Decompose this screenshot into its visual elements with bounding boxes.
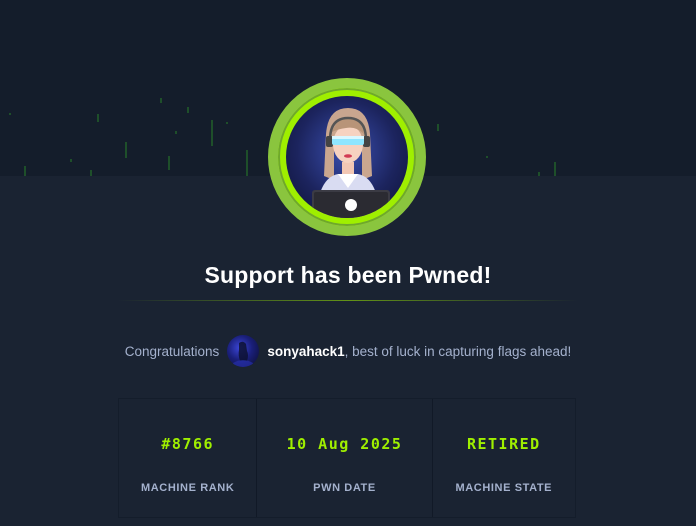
machine-avatar xyxy=(268,78,426,236)
username-link[interactable]: sonyahack1 xyxy=(267,344,344,359)
support-machine-avatar-icon xyxy=(286,96,408,218)
stat-value: 10 Aug 2025 xyxy=(286,435,403,453)
user-avatar-icon[interactable] xyxy=(227,335,260,367)
page-title: Support has been Pwned! xyxy=(204,262,492,288)
congrats-prefix: Congratulations xyxy=(124,343,220,359)
congrats-suffix: , best of luck in capturing flags ahead! xyxy=(344,343,572,359)
congratulations-message: Congratulations sonyahack1 , best of luc… xyxy=(0,334,696,368)
stat-pwn-date: 10 Aug 2025 PWN DATE xyxy=(257,399,433,517)
stats-panel: #8766 MACHINE RANK 10 Aug 2025 PWN DATE … xyxy=(118,398,576,518)
title-divider xyxy=(118,300,578,301)
stat-label: MACHINE RANK xyxy=(141,482,235,494)
stat-machine-state: RETIRED MACHINE STATE xyxy=(432,399,575,517)
pwned-page: Support has been Pwned! Congratulations … xyxy=(0,0,696,526)
stat-label: MACHINE STATE xyxy=(455,482,553,494)
stat-value: #8766 xyxy=(161,435,215,453)
stat-value: RETIRED xyxy=(466,435,541,453)
stat-label: PWN DATE xyxy=(313,482,376,494)
stat-machine-rank: #8766 MACHINE RANK xyxy=(119,399,258,517)
